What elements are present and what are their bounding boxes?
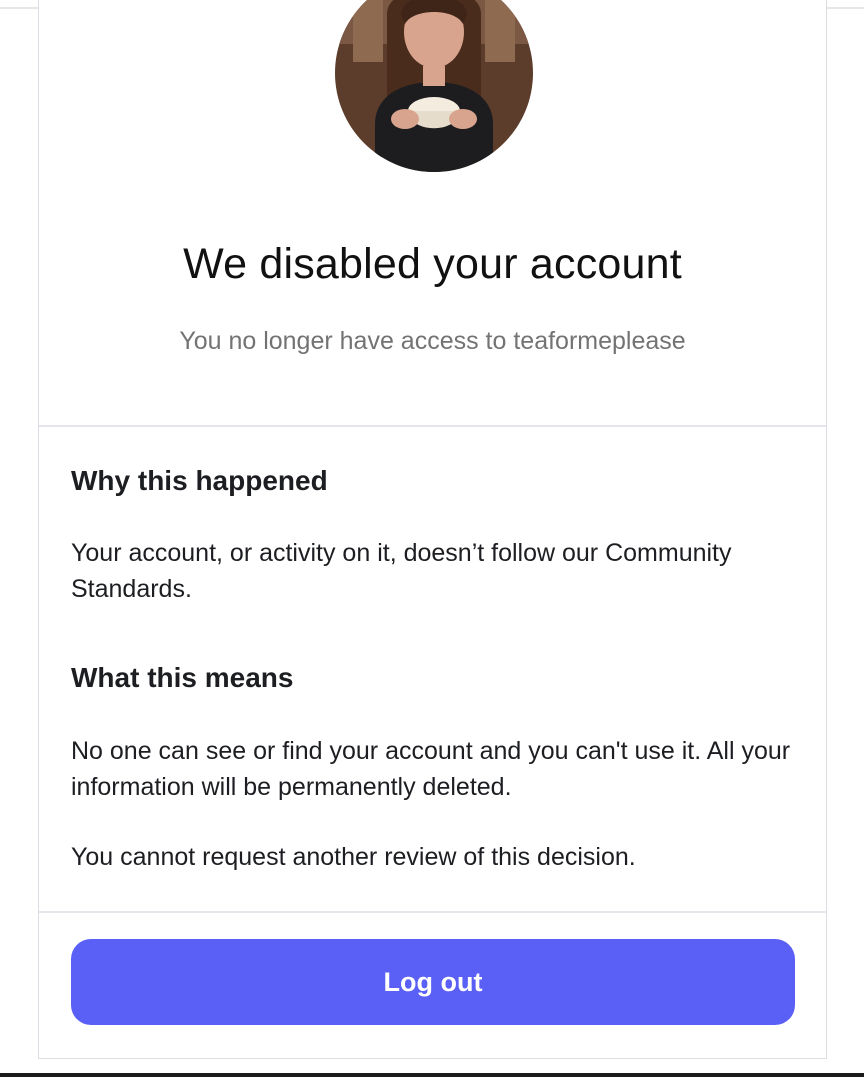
avatar [335,0,533,172]
bottom-border [0,1073,864,1077]
why-explanation: Your account, or activity on it, doesn’t… [71,539,732,603]
disabled-account-card: We disabled your account You no longer h… [38,0,827,1059]
footer-divider [39,911,826,913]
meaning-explanation: No one can see or find your account and … [71,737,791,801]
review-message: You cannot request another review of thi… [71,843,636,871]
logout-button[interactable]: Log out [71,939,795,1025]
why-heading: Why this happened [71,465,328,496]
access-message: You no longer have access to teaformeple… [179,327,686,355]
profile-photo [335,0,533,172]
page: We disabled your account You no longer h… [0,0,864,1077]
meaning-heading: What this means [71,662,294,693]
section-divider [39,425,826,427]
page-title: We disabled your account [183,240,682,288]
